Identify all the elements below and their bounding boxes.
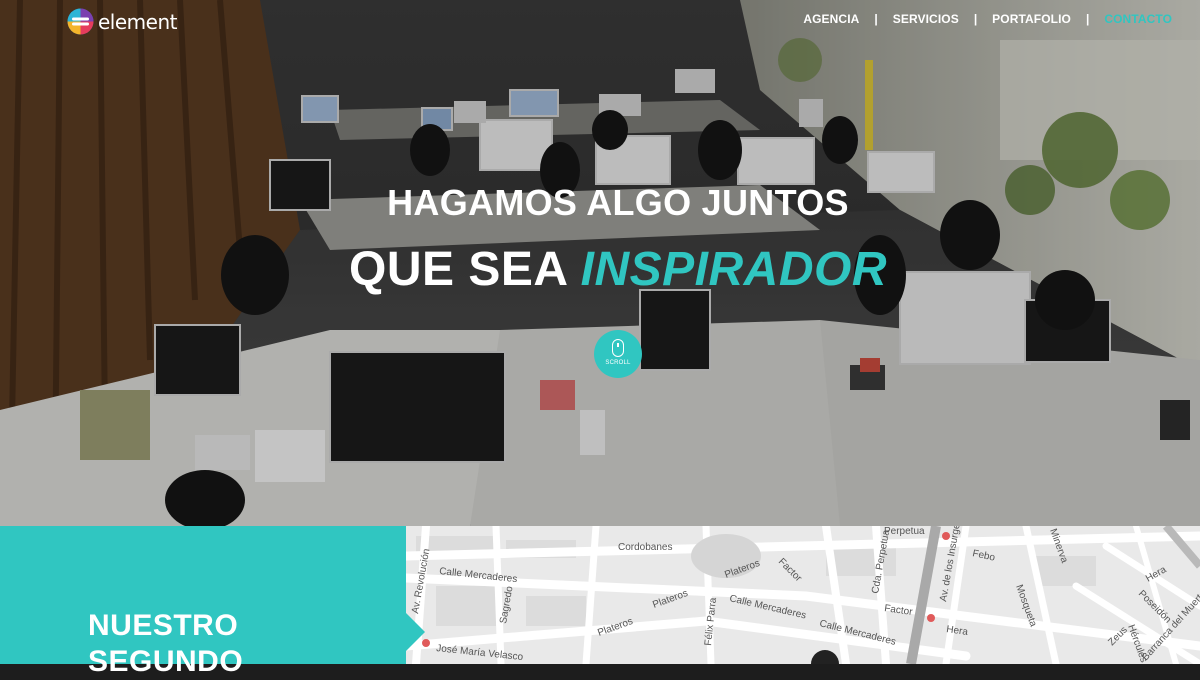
nav-item-contacto[interactable]: CONTACTO [1104,12,1172,26]
brand-name: element [98,9,177,34]
hero-subheadline-prefix: QUE SEA [349,243,567,296]
nav-item-agencia[interactable]: AGENCIA [803,12,859,26]
hero-section: element AGENCIA | SERVICIOS | PORTAFOLIO… [0,0,1200,526]
contact-section: Cordobanes Calle Mercaderes Calle Mercad… [0,526,1200,678]
nav-item-portafolio[interactable]: PORTAFOLIO [992,12,1071,26]
hero-subheadline-accent: INSPIRADOR [580,243,887,296]
scroll-button[interactable]: SCROLL [594,330,642,378]
section-teal-panel: NUESTRO SEGUNDO [0,526,406,678]
hero-headline: HAGAMOS ALGO JUNTOS [387,182,849,223]
element-logo-icon [67,8,94,35]
mouse-icon [612,339,624,357]
brand-logo[interactable]: element [67,8,177,35]
nav-item-servicios[interactable]: SERVICIOS [893,12,959,26]
map-label-perpetua: Perpetua [884,526,925,537]
main-nav: AGENCIA | SERVICIOS | PORTAFOLIO | CONTA… [803,12,1172,26]
nav-separator: | [973,12,978,26]
scroll-label: SCROLL [605,360,631,366]
panel-arrow-pointer [405,612,425,652]
location-map[interactable]: Cordobanes Calle Mercaderes Calle Mercad… [406,526,1200,664]
hero-subheadline: QUE SEA INSPIRADOR [0,242,1200,297]
nav-separator: | [874,12,878,26]
top-navbar: element AGENCIA | SERVICIOS | PORTAFOLIO… [0,0,1200,40]
nav-separator: | [1085,12,1090,26]
map-label-cordobanes: Cordobanes [618,542,672,553]
section-title: NUESTRO SEGUNDO [88,609,244,678]
